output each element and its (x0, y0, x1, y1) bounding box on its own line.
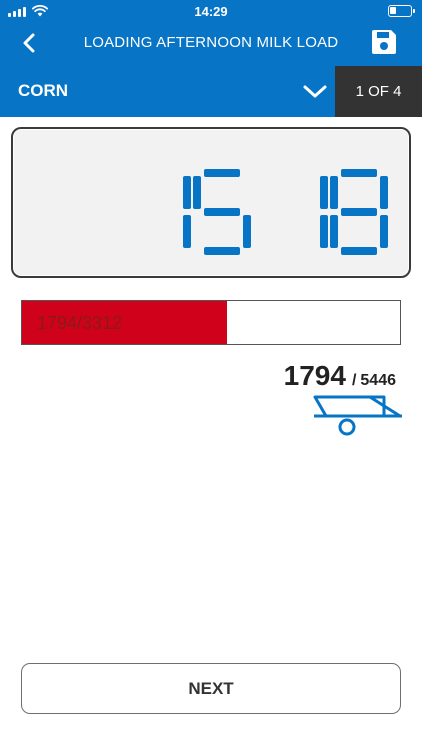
save-button[interactable] (370, 28, 400, 58)
lcd-segment-d4-g (341, 208, 377, 216)
page-title: LOADING AFTERNOON MILK LOAD (83, 34, 339, 51)
lcd-segment-d3-c (320, 215, 328, 248)
next-button[interactable]: NEXT (21, 663, 401, 714)
trailer-icon (313, 395, 402, 436)
lcd-segment-d4-d (341, 247, 377, 255)
lcd-segment-d2-d (204, 247, 240, 255)
totals-current: 1794 (283, 360, 346, 391)
floppy-disk-icon (372, 30, 396, 54)
lcd-segment-d4-b (380, 176, 388, 209)
load-progress-bar: 1794/3312 (21, 300, 401, 345)
navigation-bar: LOADING AFTERNOON MILK LOAD (0, 22, 422, 66)
lcd-segment-d2-g (204, 208, 240, 216)
chevron-left-icon (23, 33, 35, 53)
product-selector[interactable]: CORN 1 OF 4 (0, 66, 422, 117)
product-counter: 1 OF 4 (335, 66, 422, 117)
chevron-down-icon[interactable] (302, 80, 328, 102)
lcd-segment-d2-f (193, 176, 201, 209)
status-bar: 14:29 (0, 0, 422, 22)
totals-max: 5446 (360, 372, 396, 389)
lcd-segment-d2-a (204, 169, 240, 177)
lcd-segment-d4-f (330, 176, 338, 209)
app-header: 14:29 LOADING AFTERNOON MILK LOAD CORN 1… (0, 0, 422, 117)
weight-display: 1518 (11, 127, 411, 278)
lcd-segment-d1-c (183, 215, 191, 248)
seven-segment-reading (183, 169, 388, 255)
battery-icon (388, 5, 415, 17)
back-button[interactable] (14, 28, 44, 58)
lcd-segment-d3-b (320, 176, 328, 209)
lcd-segment-d4-c (380, 215, 388, 248)
trailer-totals: 1794 / 5446 (284, 360, 396, 392)
totals-separator: / (351, 372, 357, 389)
lcd-segment-d4-e (330, 215, 338, 248)
lcd-segment-d2-c (243, 215, 251, 248)
lcd-segment-d4-a (341, 169, 377, 177)
lcd-segment-d1-b (183, 176, 191, 209)
status-time: 14:29 (194, 4, 228, 19)
product-name: CORN (18, 81, 69, 100)
progress-label: 1794/3312 (37, 313, 123, 333)
